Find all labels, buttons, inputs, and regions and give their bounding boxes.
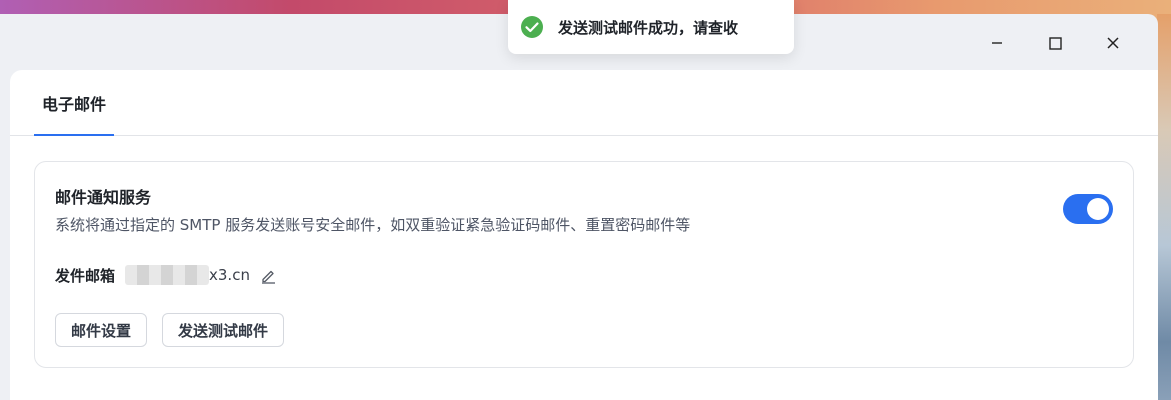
toast-message: 发送测试邮件成功，请查收	[558, 18, 739, 37]
sender-row: 发件邮箱 x3.cn	[55, 263, 277, 287]
sender-email-value: x3.cn	[209, 266, 250, 284]
service-title: 邮件通知服务	[55, 188, 152, 207]
sender-email-redacted	[125, 265, 210, 285]
pencil-icon	[261, 270, 275, 284]
mail-service-toggle[interactable]	[1063, 194, 1113, 224]
minimize-icon	[992, 42, 1002, 44]
toggle-knob	[1087, 198, 1109, 220]
active-tab-indicator	[34, 134, 114, 136]
window-controls	[968, 32, 1142, 54]
mail-settings-button[interactable]: 邮件设置	[55, 313, 148, 347]
close-icon	[1107, 37, 1119, 49]
minimize-button[interactable]	[968, 32, 1026, 54]
sender-label: 发件邮箱	[55, 266, 116, 285]
send-test-mail-button[interactable]: 发送测试邮件	[162, 313, 285, 347]
mail-service-card: 邮件通知服务 系统将通过指定的 SMTP 服务发送账号安全邮件，如双重验证紧急验…	[34, 161, 1134, 368]
maximize-button[interactable]	[1026, 32, 1084, 54]
tab-email[interactable]: 电子邮件	[34, 70, 114, 136]
desktop-wallpaper	[1157, 14, 1171, 400]
check-circle-icon	[521, 16, 543, 38]
tab-bar: 电子邮件	[10, 70, 1158, 136]
settings-window: 电子邮件 邮件通知服务 系统将通过指定的 SMTP 服务发送账号安全邮件，如双重…	[0, 14, 1158, 400]
close-button[interactable]	[1084, 32, 1142, 54]
service-description: 系统将通过指定的 SMTP 服务发送账号安全邮件，如双重验证紧急验证码邮件、重置…	[55, 216, 691, 234]
content-panel: 电子邮件 邮件通知服务 系统将通过指定的 SMTP 服务发送账号安全邮件，如双重…	[10, 70, 1158, 400]
success-toast: 发送测试邮件成功，请查收	[508, 0, 794, 54]
maximize-icon	[1048, 36, 1062, 50]
action-buttons: 邮件设置 发送测试邮件	[55, 313, 285, 347]
edit-sender-button[interactable]	[260, 267, 277, 284]
